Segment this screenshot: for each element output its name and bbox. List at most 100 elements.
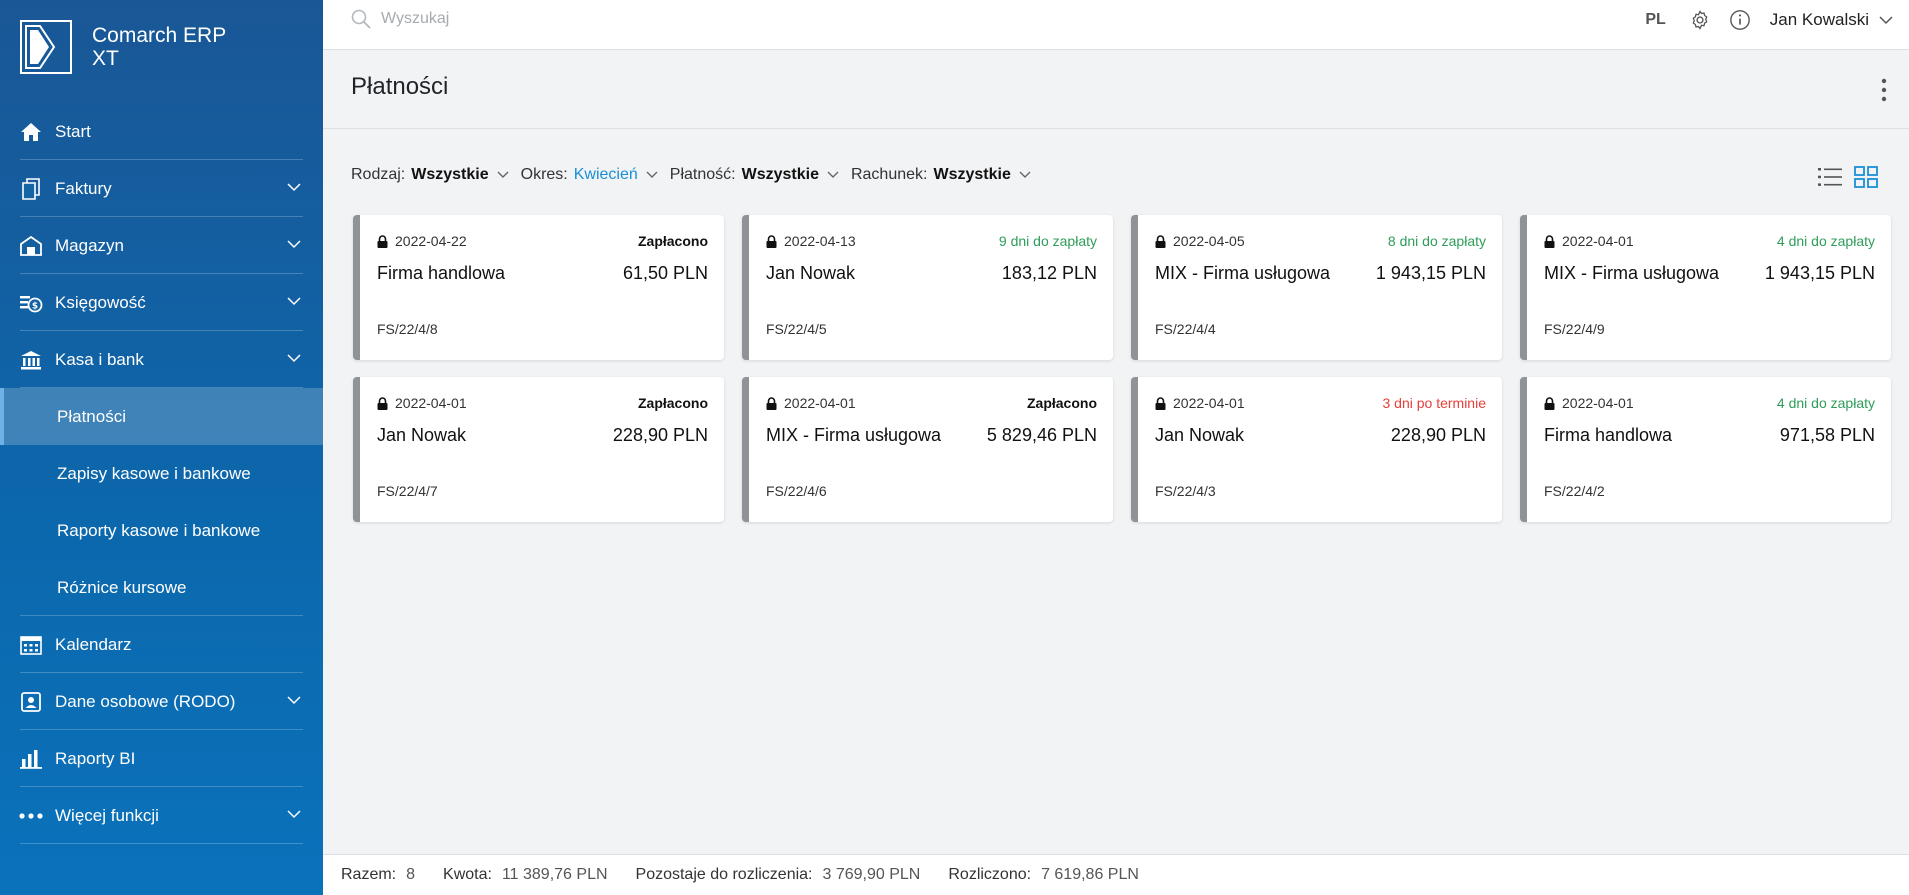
filter-okres[interactable]: Okres: Kwiecień (521, 166, 658, 184)
card-date: 2022-04-22 (377, 233, 467, 249)
sidebar-item-kalendarz[interactable]: Kalendarz (0, 616, 323, 673)
sidebar-item-ksiegowosc[interactable]: $ Księgowość (0, 274, 323, 331)
filter-platnosc[interactable]: Płatność: Wszystkie (670, 166, 839, 184)
lock-icon (766, 396, 777, 410)
sidebar-item-wiecej-funkcji[interactable]: Więcej funkcji (0, 787, 323, 844)
card-status: 4 dni do zapłaty (1776, 395, 1875, 411)
divider (20, 843, 303, 844)
chevron-down-icon[interactable] (287, 695, 301, 705)
sidebar-item-label: Więcej funkcji (55, 805, 159, 825)
card-contractor: Jan Nowak (1155, 425, 1245, 445)
card-amount: 1 943,15 PLN (1764, 263, 1875, 283)
card-document-number: FS/22/4/4 (1155, 321, 1216, 337)
card-document-number: FS/22/4/8 (377, 321, 438, 337)
lock-icon (1544, 234, 1555, 248)
user-menu-chevron-down-icon[interactable] (1879, 15, 1893, 25)
chevron-down-icon[interactable] (287, 353, 301, 363)
lock-icon (766, 234, 777, 248)
card-amount: 228,90 PLN (612, 425, 708, 445)
card-document-number: FS/22/4/5 (766, 321, 827, 337)
invoice-icon (19, 177, 43, 201)
card-contractor: MIX - Firma usługowa (766, 425, 942, 445)
payment-card[interactable]: 2022-04-13 9 dni do zapłaty Jan Nowak 183,1… (742, 215, 1113, 360)
summary-remaining: Pozostaje do rozliczenia: 3 769,90 PLN (636, 866, 921, 884)
more-options-kebab-icon[interactable] (1881, 78, 1887, 102)
card-date: 2022-04-05 (1155, 233, 1245, 249)
list-view-icon[interactable] (1817, 164, 1843, 190)
sidebar-item-magazyn[interactable]: Magazyn (0, 217, 323, 274)
card-date-text: 2022-04-01 (1562, 395, 1634, 411)
search-input[interactable] (381, 10, 681, 28)
chevron-down-icon[interactable] (287, 239, 301, 249)
payment-card[interactable]: 2022-04-05 8 dni do zapłaty MIX - Firma us… (1131, 215, 1502, 360)
top-bar: PL Jan Kowalski (323, 0, 1909, 50)
sidebar-subitem-roznice-kursowe[interactable]: Różnice kursowe (0, 559, 323, 616)
app-name-line2: XT (92, 47, 119, 70)
app-logo[interactable]: Comarch ERP XT (20, 20, 226, 74)
filter-value: Kwiecień (573, 166, 638, 183)
card-amount: 228,90 PLN (1390, 425, 1486, 445)
sidebar-item-label: Księgowość (55, 292, 146, 312)
filter-rachunek[interactable]: Rachunek: Wszystkie (851, 166, 1031, 184)
search-box (351, 9, 681, 29)
sidebar-subitem-platnosci[interactable]: Płatności (0, 388, 323, 445)
bar-chart-icon (19, 747, 43, 771)
filter-rodzaj[interactable]: Rodzaj: Wszystkie (351, 166, 509, 184)
card-document-number: FS/22/4/6 (766, 483, 827, 499)
sidebar-item-label: Dane osobowe (RODO) (55, 691, 236, 711)
card-contractor: Jan Nowak (377, 425, 467, 445)
card-status: Zapłacono (1026, 395, 1097, 411)
language-switch[interactable]: PL (1645, 11, 1665, 29)
payment-card[interactable]: 2022-04-22 Zapłacono Firma handlowa 61,50 P… (353, 215, 724, 360)
calendar-icon (19, 633, 43, 657)
card-status: 8 dni do zapłaty (1387, 233, 1486, 249)
chevron-down-icon (497, 171, 509, 178)
filter-bar: Rodzaj: Wszystkie Okres: Kwiecień Płatność: W… (351, 166, 1043, 184)
sidebar-item-label: Raporty BI (55, 748, 136, 768)
sidebar-item-raporty-bi[interactable]: Raporty BI (0, 730, 323, 787)
card-date-text: 2022-04-01 (1173, 395, 1245, 411)
lock-icon (377, 234, 388, 248)
summary-amount-value: 11 389,76 PLN (501, 866, 608, 883)
chevron-down-icon[interactable] (287, 809, 301, 819)
user-name[interactable]: Jan Kowalski (1770, 10, 1869, 30)
sidebar-item-dane-osobowe-rodo[interactable]: Dane osobowe (RODO) (0, 673, 323, 730)
grid-view-icon[interactable] (1853, 164, 1879, 190)
sidebar-item-kasa-i-bank[interactable]: Kasa i bank (0, 331, 323, 388)
card-contractor: MIX - Firma usługowa (1155, 263, 1331, 283)
payment-card[interactable]: 2022-04-01 4 dni do zapłaty Firma handlowa… (1520, 377, 1891, 522)
home-icon (19, 120, 43, 144)
filter-value: Wszystkie (933, 166, 1011, 183)
filter-value: Wszystkie (741, 166, 819, 183)
sidebar-item-faktury[interactable]: Faktury (0, 160, 323, 217)
top-actions: PL Jan Kowalski (1645, 0, 1893, 40)
sidebar-item-start[interactable]: Start (0, 103, 323, 160)
card-amount: 1 943,15 PLN (1375, 263, 1486, 283)
app-name-line1: Comarch ERP (92, 24, 227, 47)
card-date-text: 2022-04-01 (395, 395, 467, 411)
summary-total-value: 8 (406, 866, 416, 883)
payment-card[interactable]: 2022-04-01 Zapłacono MIX - Firma usługowa 5… (742, 377, 1113, 522)
settings-gear-icon[interactable] (1688, 8, 1712, 32)
sidebar-item-label: Magazyn (55, 235, 124, 255)
sidebar-item-label: Kalendarz (55, 634, 132, 654)
sidebar-subitem-zapisy-kasowe-i-bankowe[interactable]: Zapisy kasowe i bankowe (0, 445, 323, 502)
summary-amount: Kwota: 11 389,76 PLN (443, 866, 607, 884)
lock-icon (377, 396, 388, 410)
card-status: 4 dni do zapłaty (1776, 233, 1875, 249)
info-icon[interactable] (1728, 8, 1752, 32)
payment-card[interactable]: 2022-04-01 3 dni po terminie Jan Nowak 228,… (1131, 377, 1502, 522)
card-amount: 183,12 PLN (1001, 263, 1097, 283)
payment-card[interactable]: 2022-04-01 Zapłacono Jan Nowak 228,90 PLN FS… (353, 377, 724, 522)
payment-card[interactable]: 2022-04-01 4 dni do zapłaty MIX - Firma us… (1520, 215, 1891, 360)
chevron-down-icon[interactable] (287, 296, 301, 306)
sidebar-item-label: Faktury (55, 178, 112, 198)
card-date: 2022-04-01 (377, 395, 467, 411)
chevron-down-icon (1019, 171, 1031, 178)
chevron-down-icon[interactable] (287, 182, 301, 192)
summary-settled-label: Rozliczono: (948, 866, 1032, 883)
sidebar-subitem-label: Raporty kasowe i bankowe (57, 520, 261, 540)
filter-label: Płatność: (669, 166, 736, 183)
sidebar-subitem-raporty-kasowe-i-bankowe[interactable]: Raporty kasowe i bankowe (0, 502, 323, 559)
summary-remaining-value: 3 769,90 PLN (822, 866, 921, 883)
